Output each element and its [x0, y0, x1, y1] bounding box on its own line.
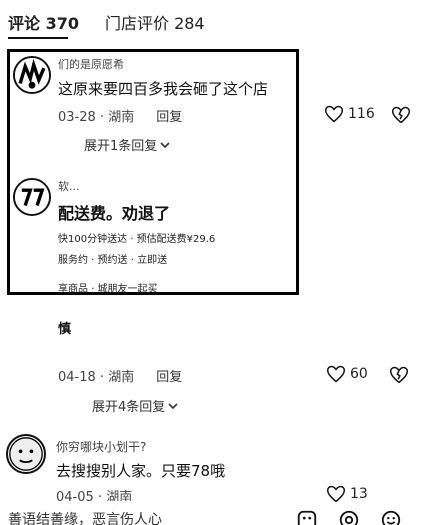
comment-username[interactable]: 软... — [58, 178, 80, 194]
comment-date-location: 04-18 · 湖南 — [58, 370, 135, 385]
broken-heart-icon — [391, 106, 411, 124]
comment-meta: 04-18 · 湖南 回复 — [58, 366, 182, 385]
dislike-button[interactable] — [391, 105, 411, 125]
expand-replies-button[interactable]: 展开1条回复 — [84, 135, 171, 154]
avatar-image-icon — [9, 437, 43, 471]
comment-text: 去搜搜别人家。只要78哦 — [56, 462, 226, 480]
broken-heart-icon — [389, 366, 409, 384]
avatar-image-icon — [15, 58, 49, 92]
at-mention-icon[interactable] — [338, 509, 360, 525]
expand-replies-label: 展开1条回复 — [84, 139, 158, 154]
comment-date-location: 03-28 · 湖南 — [58, 110, 135, 125]
chevron-down-icon — [160, 141, 170, 148]
tab-comments[interactable]: 评论 370 — [8, 10, 79, 34]
like-button[interactable]: 13 — [326, 486, 368, 502]
like-count: 60 — [350, 366, 368, 382]
comment-text: 慎 — [58, 322, 72, 337]
heart-outline-icon — [326, 365, 346, 383]
active-tab-indicator — [8, 37, 68, 39]
comment-username[interactable]: 们的是原愿希 — [58, 56, 124, 72]
like-count: 13 — [350, 486, 368, 502]
comment-text: 这原来要四百多我会砸了这个店 — [58, 80, 269, 98]
avatar[interactable] — [6, 434, 46, 474]
comment-meta: 04-05 · 湖南 — [56, 489, 133, 502]
like-button[interactable]: 60 — [326, 364, 368, 384]
avatar-image-icon — [15, 180, 49, 214]
heart-outline-icon — [326, 486, 346, 502]
tab-store-reviews[interactable]: 门店评价 284 — [105, 10, 205, 34]
reply-button[interactable]: 回复 — [156, 366, 182, 385]
expand-replies-button[interactable]: 展开4条回复 — [92, 396, 179, 415]
comment-input[interactable]: 善语结善缘，恶言伤人心 — [8, 509, 162, 525]
expand-replies-label: 展开4条回复 — [92, 400, 166, 415]
comment-date-location: 04-05 · 湖南 — [56, 489, 133, 502]
avatar[interactable] — [13, 178, 51, 216]
comment-input-bar: 善语结善缘，恶言伤人心 — [0, 509, 439, 525]
like-button[interactable]: 116 — [324, 104, 375, 124]
chevron-down-icon — [168, 402, 178, 409]
comment-username[interactable]: 你穷哪块小划干? — [56, 438, 146, 455]
image-icon[interactable] — [296, 509, 318, 525]
comment-tabs: 评论 370 门店评价 284 — [8, 4, 432, 40]
dislike-button[interactable] — [389, 365, 409, 385]
comment-text: 配送费。劝退了 — [58, 204, 171, 223]
comment-meta: 03-28 · 湖南 回复 — [58, 106, 182, 125]
avatar[interactable] — [13, 56, 51, 94]
emoji-icon[interactable] — [380, 509, 402, 525]
reply-button[interactable]: 回复 — [156, 106, 182, 125]
heart-outline-icon — [324, 105, 344, 123]
screenshot-text-line: 享商品 · 城朋友一起买 — [58, 284, 158, 295]
screenshot-text-line: 服务约 · 预约送 · 立即送 — [58, 255, 168, 266]
like-count: 116 — [348, 106, 375, 122]
screenshot-text-line: 快100分钟送达 · 预估配送费¥29.6 — [58, 234, 216, 245]
